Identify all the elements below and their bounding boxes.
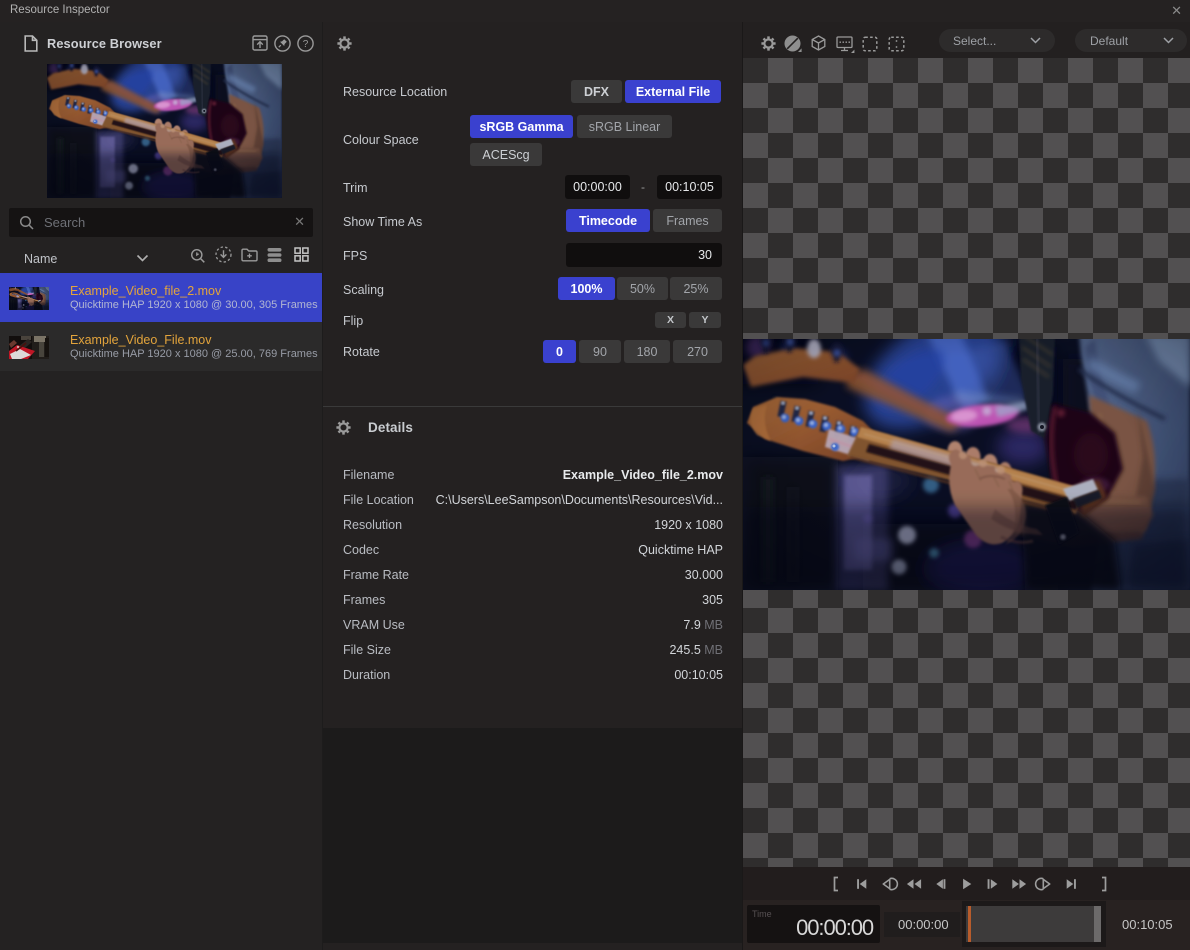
- svg-text:?: ?: [303, 39, 309, 50]
